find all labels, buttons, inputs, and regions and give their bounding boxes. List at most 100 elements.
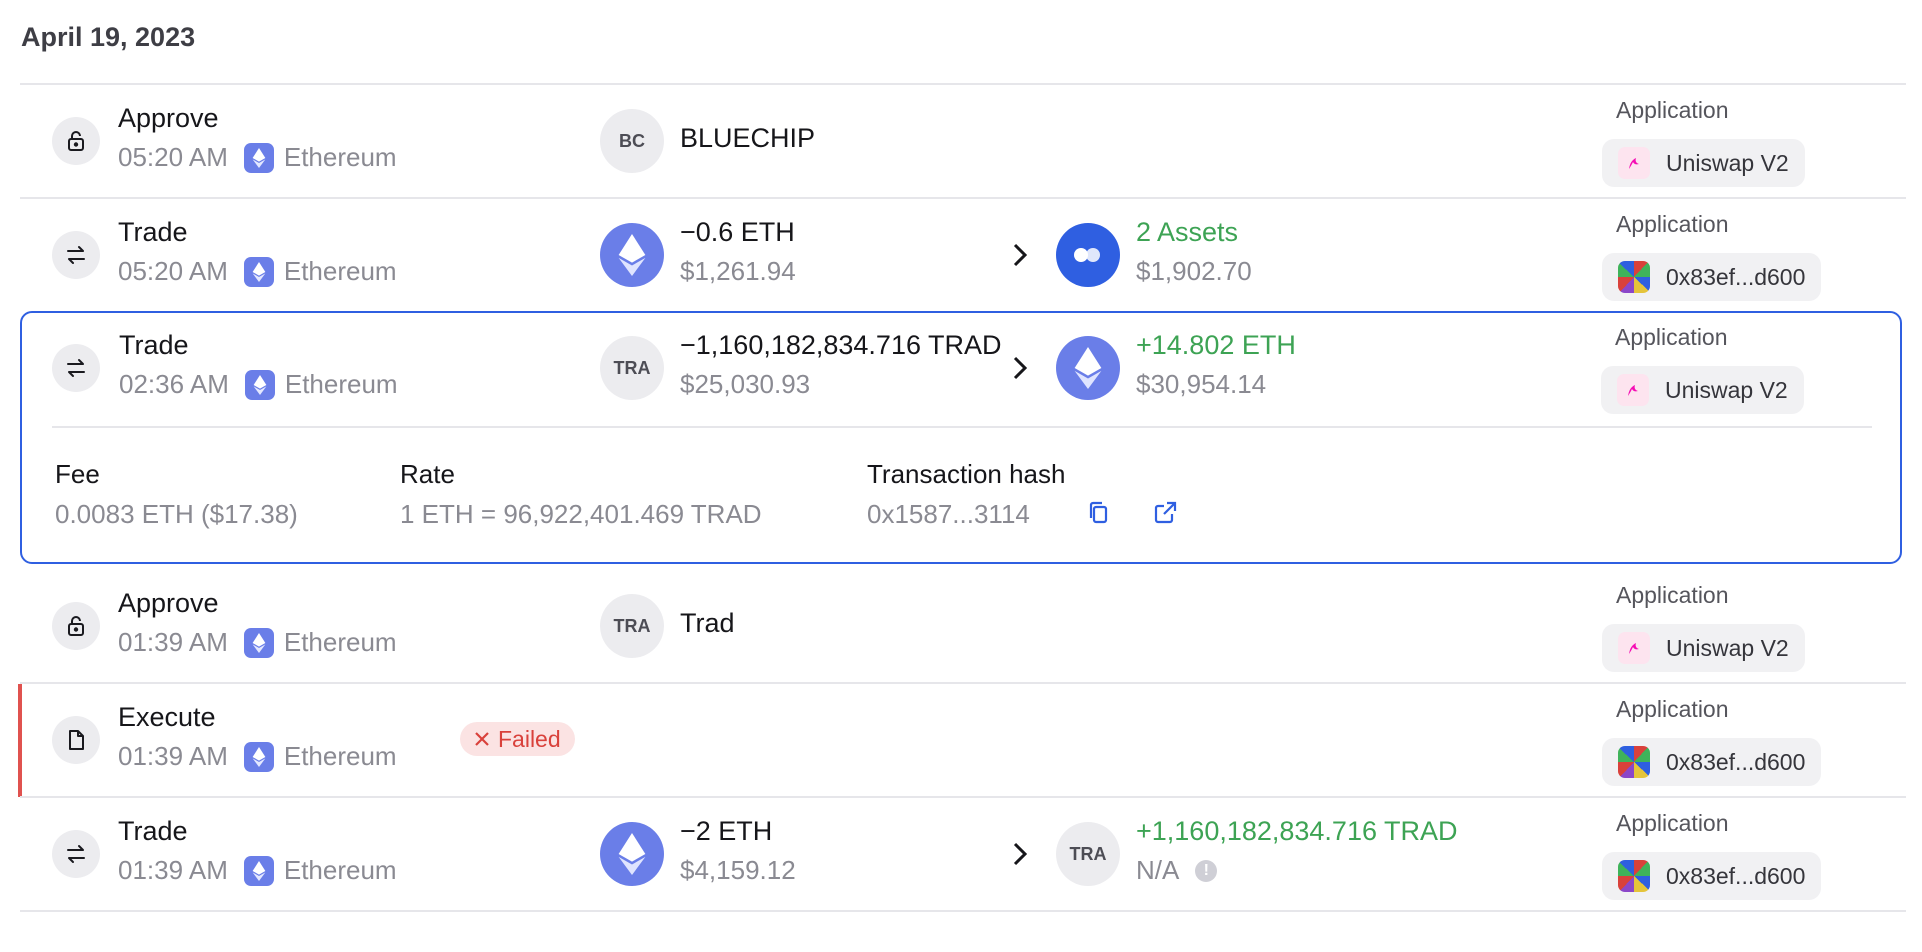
contract-identicon-icon — [1618, 261, 1650, 293]
swap-arrows-icon — [52, 231, 100, 279]
transaction-type: Approve — [118, 588, 219, 618]
failed-status-badge: Failed — [460, 722, 575, 756]
swap-arrows-icon — [52, 344, 100, 392]
transaction-row[interactable]: Trade 05:20 AM Ethereum −0.6 ETH $1,261.… — [20, 199, 1906, 312]
sent-amount: −1,160,182,834.716 TRAD — [680, 330, 1002, 360]
application-label: Application — [1616, 696, 1729, 722]
lock-icon — [52, 117, 100, 165]
token-icon: TRA — [1056, 822, 1120, 886]
copy-icon[interactable] — [1086, 500, 1112, 526]
transaction-row[interactable]: Approve 01:39 AM Ethereum TRA Trad Appli… — [20, 570, 1906, 683]
chain-name: Ethereum — [283, 627, 397, 657]
sent-value: $4,159.12 — [680, 855, 796, 885]
transaction-hash-value: 0x1587...3114 — [867, 499, 1030, 529]
chain-name: Ethereum — [283, 142, 397, 172]
transaction-hash-label: Transaction hash — [867, 459, 1066, 489]
received-value: $1,902.70 — [1136, 256, 1252, 286]
chevron-right-icon — [1013, 356, 1028, 380]
transaction-type: Trade — [118, 217, 188, 247]
application-chip[interactable]: Uniswap V2 — [1602, 139, 1805, 187]
token-name: BLUECHIP — [680, 123, 816, 153]
transaction-time: 01:39 AM — [118, 627, 228, 657]
ethereum-token-icon — [600, 223, 664, 287]
sent-amount: −2 ETH — [680, 816, 773, 846]
sent-value: $25,030.93 — [680, 369, 811, 399]
transaction-time: 05:20 AM — [118, 142, 228, 172]
uniswap-logo-icon — [1618, 147, 1650, 179]
chain-name: Ethereum — [283, 855, 397, 885]
application-chip[interactable]: 0x83ef...d600 — [1602, 253, 1822, 301]
divider — [20, 910, 1906, 912]
uniswap-logo-icon — [1617, 374, 1649, 406]
application-name: Uniswap V2 — [1665, 376, 1788, 403]
transaction-type: Trade — [119, 330, 189, 360]
application-chip[interactable]: 0x83ef...d600 — [1602, 738, 1822, 786]
contract-identicon-icon — [1618, 746, 1650, 778]
transaction-type: Approve — [118, 103, 219, 133]
status-text: Failed — [498, 725, 561, 752]
exclamation-icon[interactable]: ! — [1195, 859, 1218, 882]
received-amount: +1,160,182,834.716 TRAD — [1136, 816, 1458, 846]
transaction-meta: 01:39 AM Ethereum — [118, 627, 397, 658]
transaction-type: Trade — [118, 816, 188, 846]
received-amount: +14.802 ETH — [1136, 330, 1296, 360]
rate-label: Rate — [400, 459, 455, 489]
transaction-time: 02:36 AM — [119, 369, 229, 399]
received-value: N/A — [1136, 855, 1180, 885]
x-icon — [475, 732, 489, 746]
application-name: 0x83ef...d600 — [1666, 862, 1806, 889]
divider — [52, 426, 1872, 428]
ethereum-icon — [243, 855, 274, 886]
chain-name: Ethereum — [283, 741, 397, 771]
transaction-meta: 05:20 AM Ethereum — [118, 256, 397, 287]
token-icon: BC — [600, 109, 664, 173]
ethereum-icon — [243, 256, 274, 287]
token-icon: TRA — [600, 336, 664, 400]
external-link-icon[interactable] — [1152, 500, 1178, 526]
transaction-time: 01:39 AM — [118, 855, 228, 885]
application-chip[interactable]: 0x83ef...d600 — [1602, 852, 1822, 900]
received-value-row: N/A ! — [1136, 855, 1218, 886]
ethereum-icon — [243, 142, 274, 173]
contract-identicon-icon — [1618, 860, 1650, 892]
application-name: Uniswap V2 — [1666, 149, 1789, 176]
application-chip[interactable]: Uniswap V2 — [1602, 624, 1805, 672]
multiple-assets-icon — [1056, 223, 1120, 287]
chain-name: Ethereum — [284, 369, 398, 399]
application-label: Application — [1616, 810, 1729, 836]
transaction-meta: 01:39 AM Ethereum — [118, 855, 397, 886]
transaction-meta: 05:20 AM Ethereum — [118, 142, 397, 173]
lock-icon — [52, 602, 100, 650]
chevron-right-icon — [1013, 243, 1028, 267]
application-chip[interactable]: Uniswap V2 — [1601, 366, 1804, 414]
received-amount: 2 Assets — [1136, 217, 1239, 247]
application-name: Uniswap V2 — [1666, 634, 1789, 661]
received-value: $30,954.14 — [1136, 369, 1267, 399]
application-label: Application — [1616, 97, 1729, 123]
token-icon: TRA — [600, 594, 664, 658]
uniswap-logo-icon — [1618, 632, 1650, 664]
fee-value: 0.0083 ETH ($17.38) — [55, 499, 298, 529]
document-icon — [52, 716, 100, 764]
transaction-type: Execute — [118, 702, 216, 732]
transaction-row[interactable]: Trade 01:39 AM Ethereum −2 ETH $4,159.12… — [20, 798, 1906, 911]
application-name: 0x83ef...d600 — [1666, 748, 1806, 775]
transaction-row[interactable]: Execute 01:39 AM Ethereum Failed Applica… — [18, 684, 1906, 797]
ethereum-token-icon — [600, 822, 664, 886]
chevron-right-icon — [1013, 842, 1028, 866]
ethereum-icon — [244, 369, 275, 400]
expanded-transaction-card[interactable]: Trade 02:36 AM Ethereum TRA −1,160,182,8… — [20, 311, 1902, 564]
token-name: Trad — [680, 608, 735, 638]
ethereum-token-icon — [1056, 336, 1120, 400]
application-label: Application — [1615, 324, 1728, 350]
swap-arrows-icon — [52, 830, 100, 878]
sent-value: $1,261.94 — [680, 256, 796, 286]
sent-amount: −0.6 ETH — [680, 217, 795, 247]
transaction-row[interactable]: Approve 05:20 AM Ethereum BC BLUECHIP Ap… — [20, 85, 1906, 198]
transaction-time: 05:20 AM — [118, 256, 228, 286]
ethereum-icon — [243, 741, 274, 772]
application-label: Application — [1616, 582, 1729, 608]
fee-label: Fee — [55, 459, 100, 489]
ethereum-icon — [243, 627, 274, 658]
transaction-time: 01:39 AM — [118, 741, 228, 771]
